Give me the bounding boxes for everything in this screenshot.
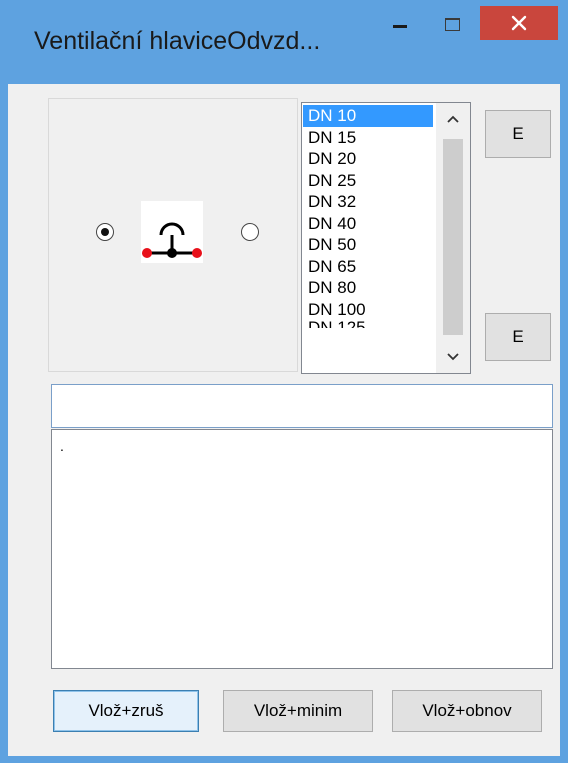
dn-list-item[interactable]: DN 65 [303, 256, 433, 278]
chevron-down-icon [447, 353, 459, 361]
chevron-up-icon [447, 115, 459, 123]
dn-list-item[interactable]: DN 40 [303, 213, 433, 235]
dn-list-item[interactable]: DN 20 [303, 148, 433, 170]
scroll-down-button[interactable] [436, 341, 470, 373]
dn-list-item[interactable]: DN 15 [303, 127, 433, 149]
vent-head-symbol-icon [141, 201, 203, 263]
maximize-button[interactable] [430, 6, 474, 42]
minimize-icon [393, 24, 407, 28]
client-area: DN 10 DN 15 DN 20 DN 25 DN 32 DN 40 DN 50 DN 65… [8, 84, 560, 756]
dn-list-item[interactable]: DN 80 [303, 277, 433, 299]
insert-refresh-button[interactable]: Vlož+obnov [392, 690, 542, 732]
dn-list-item[interactable]: DN 50 [303, 234, 433, 256]
insert-minimize-button[interactable]: Vlož+minim [223, 690, 373, 732]
symbol-panel [48, 98, 298, 372]
name-input[interactable] [51, 384, 553, 428]
symbol-option-2-radio[interactable] [241, 223, 259, 241]
insert-cancel-button[interactable]: Vlož+zruš [53, 690, 199, 732]
dn-list-item[interactable]: DN 32 [303, 191, 433, 213]
notes-textarea[interactable]: . [51, 429, 553, 669]
scroll-thumb[interactable] [443, 139, 463, 335]
listbox-scrollbar[interactable] [436, 103, 470, 373]
close-button[interactable] [480, 6, 558, 40]
e-button-top[interactable]: E [485, 110, 551, 158]
minimize-button[interactable] [380, 6, 420, 42]
dn-list-item[interactable]: DN 25 [303, 170, 433, 192]
radio-checked-dot [101, 228, 109, 236]
dn-listbox[interactable]: DN 10 DN 15 DN 20 DN 25 DN 32 DN 40 DN 50 DN 65… [301, 102, 471, 374]
dialog-window: Ventilační hlaviceOdvzd... DN 10 DN 15 D… [0, 0, 568, 763]
window-title: Ventilační hlaviceOdvzd... [34, 27, 321, 55]
scroll-up-button[interactable] [436, 103, 470, 135]
dn-list-item[interactable]: DN 10 [303, 105, 433, 127]
symbol-option-1-radio[interactable] [96, 223, 114, 241]
close-icon [511, 15, 527, 31]
title-bar[interactable]: Ventilační hlaviceOdvzd... [0, 0, 568, 84]
dn-list-item[interactable]: DN 100 [303, 299, 433, 321]
e-button-bottom[interactable]: E [485, 313, 551, 361]
dn-list-items: DN 10 DN 15 DN 20 DN 25 DN 32 DN 40 DN 50 DN 65… [303, 105, 433, 328]
maximize-icon [444, 17, 460, 31]
dn-list-item-partial[interactable]: DN 125 [303, 320, 433, 328]
